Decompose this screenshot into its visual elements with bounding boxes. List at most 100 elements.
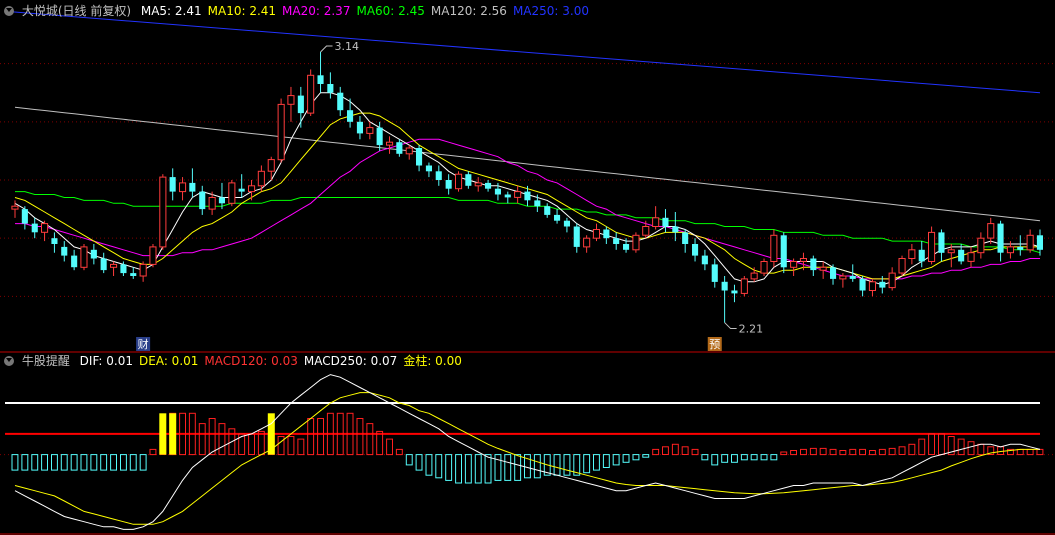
macd-bar bbox=[80, 454, 88, 471]
candle-body bbox=[632, 234, 640, 251]
macd-bar bbox=[297, 438, 305, 456]
candle-body bbox=[149, 246, 157, 265]
macd-bar bbox=[514, 454, 522, 481]
candle-body bbox=[366, 127, 374, 134]
macd-bar bbox=[849, 448, 857, 456]
candle-body bbox=[416, 148, 423, 166]
candle-body bbox=[327, 84, 334, 93]
macd-bar bbox=[100, 454, 108, 471]
macd-bar bbox=[819, 447, 827, 456]
candle-body bbox=[623, 244, 630, 250]
macd-bar bbox=[60, 454, 68, 471]
low-pointer bbox=[724, 322, 737, 330]
candle-body bbox=[425, 165, 432, 172]
candle-body bbox=[888, 272, 896, 289]
macd-bar bbox=[149, 448, 157, 456]
macd-bar bbox=[415, 454, 423, 471]
candle-body bbox=[337, 92, 344, 111]
macd-bar bbox=[839, 450, 847, 456]
macd-bar bbox=[1016, 448, 1024, 456]
stock-title: 大悦城(日线 前复权) bbox=[21, 4, 132, 18]
macd-bar bbox=[711, 454, 719, 466]
dropdown-circle-icon[interactable] bbox=[4, 356, 14, 366]
macd-bar bbox=[563, 454, 571, 476]
macd-legend-item-1: DEA: 0.01 bbox=[139, 354, 199, 368]
macd-bar bbox=[139, 454, 147, 471]
candle-body bbox=[356, 121, 363, 134]
macd-bar bbox=[622, 454, 630, 463]
candle-body bbox=[228, 182, 236, 204]
macd-bar bbox=[70, 454, 78, 471]
dif-line bbox=[14, 374, 1041, 530]
candle-body bbox=[642, 226, 650, 236]
candle-body bbox=[514, 191, 522, 198]
high-label: 3.14 bbox=[335, 40, 360, 53]
macd-bar bbox=[928, 433, 935, 455]
ma250-line bbox=[4, 10, 1041, 94]
ma-legend-item-5: MA250: 3.00 bbox=[512, 4, 589, 18]
candle-body bbox=[504, 194, 511, 198]
macd-bar bbox=[859, 448, 866, 456]
macd-bar bbox=[632, 454, 640, 461]
candle-body bbox=[376, 127, 383, 146]
macd-bar bbox=[277, 436, 285, 456]
candle-body bbox=[80, 246, 88, 268]
macd-bar bbox=[750, 454, 758, 461]
indicator-title: 牛股提醒 bbox=[21, 354, 70, 368]
candle-body bbox=[317, 75, 324, 84]
candle-body bbox=[189, 182, 196, 192]
candle-body bbox=[120, 264, 127, 274]
candle-body bbox=[238, 188, 245, 192]
candle-body bbox=[1026, 234, 1034, 251]
macd-bar bbox=[642, 454, 650, 458]
chart-canvas: 3.14 2.21 财 预 bbox=[0, 10, 1055, 535]
candle-body bbox=[524, 191, 531, 201]
candle-body bbox=[918, 249, 925, 262]
candle-body bbox=[997, 223, 1004, 253]
macd-bar bbox=[938, 433, 945, 455]
macd-bar bbox=[780, 451, 788, 456]
macd-legend-items: DIF: 0.01 DEA: 0.01 MACD120: 0.03 MACD250: … bbox=[80, 354, 468, 368]
candle-body bbox=[445, 180, 452, 189]
candle-body bbox=[159, 176, 167, 248]
macd-bar bbox=[307, 418, 315, 456]
candle-body bbox=[534, 200, 541, 207]
macd-bar bbox=[869, 450, 876, 456]
macd-bar bbox=[593, 454, 600, 471]
macd-bar bbox=[248, 433, 256, 455]
low-label: 2.21 bbox=[739, 323, 764, 336]
candle-body bbox=[859, 278, 866, 291]
dropdown-circle-icon[interactable] bbox=[4, 6, 14, 16]
candle-body bbox=[770, 234, 778, 263]
candle-body bbox=[474, 182, 482, 187]
macd-bar bbox=[120, 454, 127, 471]
macd-bar bbox=[829, 448, 837, 456]
macd-bar bbox=[977, 443, 985, 456]
candle-body bbox=[879, 281, 886, 288]
candle-body bbox=[830, 267, 837, 279]
macd-legend-item-2: MACD120: 0.03 bbox=[204, 354, 298, 368]
macd-bar bbox=[198, 423, 206, 456]
macd-bar bbox=[41, 454, 48, 471]
candle-body bbox=[750, 272, 758, 280]
macd-legend-item-3: MACD250: 0.07 bbox=[303, 354, 398, 368]
candle-body bbox=[199, 191, 206, 210]
candle-body bbox=[554, 214, 561, 221]
candle-body bbox=[139, 263, 147, 277]
ma-legend-item-4: MA120: 2.56 bbox=[430, 4, 507, 18]
macd-bar bbox=[731, 454, 738, 463]
candle-body bbox=[494, 188, 501, 195]
candle-body bbox=[100, 258, 107, 271]
macd-bar bbox=[612, 454, 620, 466]
candle-body bbox=[208, 197, 216, 210]
candle-body bbox=[662, 217, 669, 227]
main-legend: 大悦城(日线 前复权) MA5: 2.41 MA10: 2.41 MA20: 2.3… bbox=[0, 2, 601, 20]
macd-bar bbox=[662, 446, 669, 455]
macd-bar bbox=[218, 423, 226, 456]
macd-bar bbox=[435, 454, 443, 479]
candle-body bbox=[731, 290, 738, 294]
macd-bar bbox=[652, 448, 660, 456]
candle-body bbox=[179, 182, 187, 193]
ma-legend-item-2: MA20: 2.37 bbox=[282, 4, 351, 18]
macd-bar bbox=[504, 454, 512, 481]
